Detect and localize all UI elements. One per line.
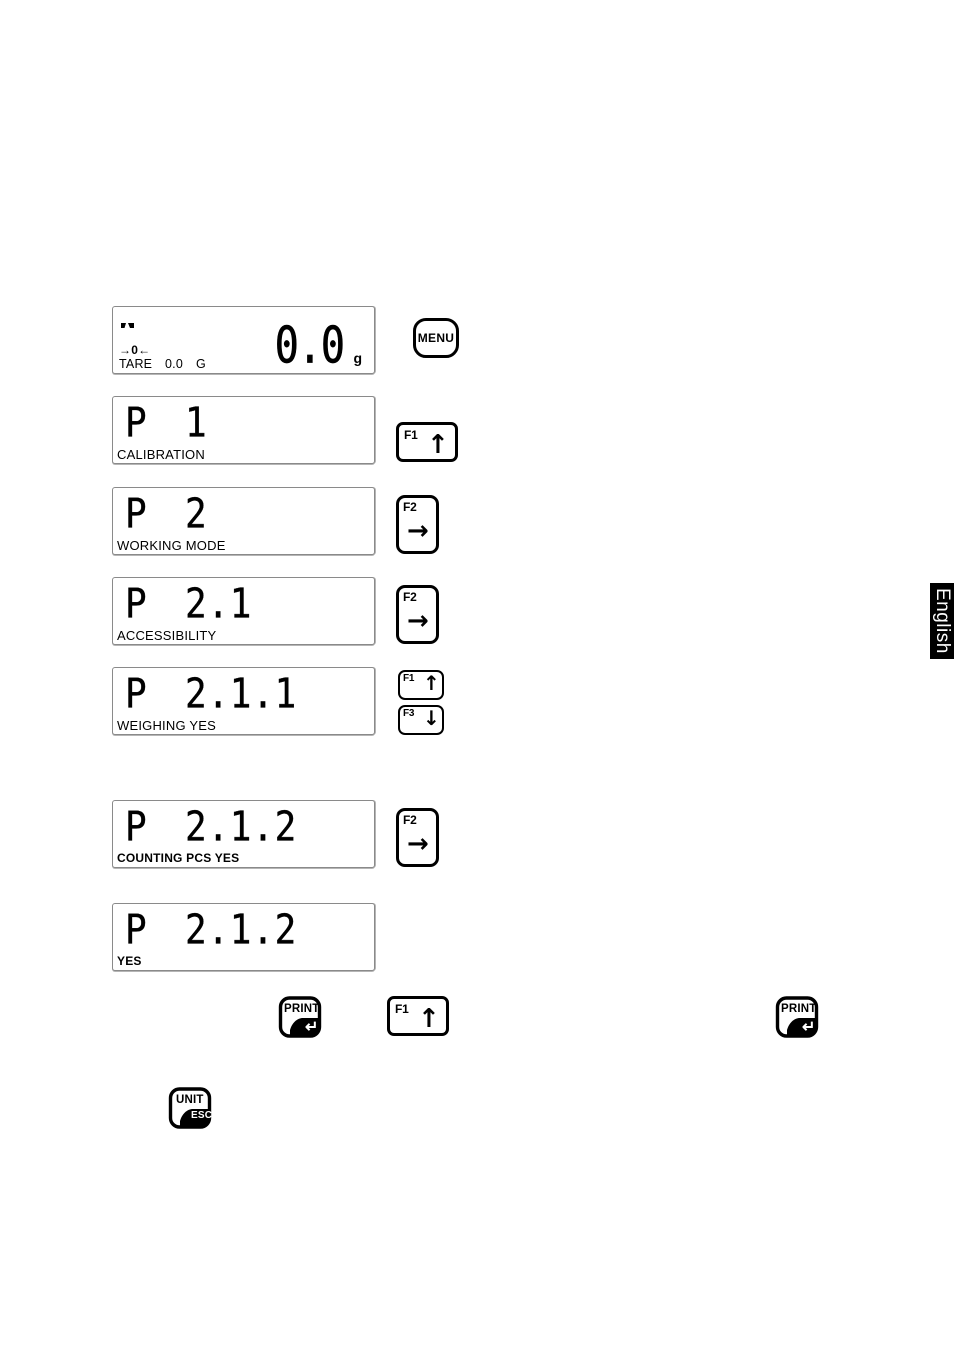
arrow-right-icon: → bbox=[407, 829, 429, 859]
tare-label: TARE bbox=[119, 357, 153, 371]
enter-icon: ↵ bbox=[305, 1019, 319, 1036]
menu-label: CALIBRATION bbox=[117, 447, 205, 462]
menu-code: 2.1.2 bbox=[185, 906, 297, 954]
unit-key-label: UNIT bbox=[176, 1094, 204, 1106]
menu-label: WEIGHING YES bbox=[117, 718, 216, 733]
enter-icon: ↵ bbox=[802, 1019, 816, 1036]
print-key-label: PRINT bbox=[284, 1003, 320, 1015]
f1-up-key[interactable]: F1 ↑ bbox=[387, 996, 449, 1036]
arrow-down-icon: ↓ bbox=[423, 706, 440, 730]
arrow-right-icon: → bbox=[407, 516, 429, 546]
document-page: →0← TARE 0.0 G 0.0 g MENU P 1 CALIBRATIO… bbox=[0, 0, 954, 1350]
lcd-panel-weighing: →0← TARE 0.0 G 0.0 g bbox=[112, 306, 375, 374]
tare-unit: G bbox=[196, 357, 206, 371]
f3-down-key[interactable]: F3 ↓ bbox=[398, 705, 444, 735]
lcd-panel-p1: P 1 CALIBRATION bbox=[112, 396, 375, 464]
menu-code: 2.1.2 bbox=[185, 803, 297, 851]
menu-key[interactable]: MENU bbox=[413, 318, 459, 358]
f1-label: F1 bbox=[395, 1002, 409, 1016]
print-key[interactable]: PRINT ↵ bbox=[774, 996, 820, 1038]
menu-code: 1 bbox=[185, 399, 208, 447]
menu-code: 2.1 bbox=[185, 580, 253, 628]
weight-unit: g bbox=[353, 350, 362, 366]
arrow-right-icon: → bbox=[407, 606, 429, 636]
lcd-panel-p21: P 2.1 ACCESSIBILITY bbox=[112, 577, 375, 645]
print-key[interactable]: PRINT ↵ bbox=[277, 996, 323, 1038]
f2-label: F2 bbox=[403, 500, 417, 514]
menu-prefix: P bbox=[125, 906, 148, 954]
arrow-up-icon: ↑ bbox=[418, 1004, 440, 1034]
menu-prefix: P bbox=[125, 580, 148, 628]
f3-label: F3 bbox=[403, 708, 415, 719]
tare-value: 0.0 bbox=[165, 357, 183, 371]
menu-prefix: P bbox=[125, 670, 148, 718]
menu-code: 2 bbox=[185, 490, 208, 538]
escape-icon: ESC bbox=[191, 1110, 213, 1121]
lcd-panel-p2: P 2 WORKING MODE bbox=[112, 487, 375, 555]
f2-right-key[interactable]: F2 → bbox=[396, 585, 439, 644]
lcd-panel-p211: P 2.1.1 WEIGHING YES bbox=[112, 667, 375, 735]
menu-key-icon: MENU bbox=[417, 331, 455, 345]
menu-prefix: P bbox=[125, 803, 148, 851]
zero-indicator: →0← bbox=[119, 343, 151, 357]
weight-value: 0.0 bbox=[274, 317, 345, 375]
menu-label: WORKING MODE bbox=[117, 538, 226, 553]
print-key-label: PRINT bbox=[781, 1003, 817, 1015]
menu-label: COUNTING PCS YES bbox=[117, 851, 240, 865]
f2-label: F2 bbox=[403, 813, 417, 827]
f2-label: F2 bbox=[403, 590, 417, 604]
f1-up-key[interactable]: F1 ↑ bbox=[398, 670, 444, 700]
f2-right-key[interactable]: F2 → bbox=[396, 495, 439, 554]
f1-label: F1 bbox=[404, 428, 418, 442]
f1-label: F1 bbox=[403, 673, 415, 684]
menu-prefix: P bbox=[125, 399, 148, 447]
language-tab-label: English bbox=[932, 588, 953, 654]
language-tab: English bbox=[930, 583, 954, 659]
unit-esc-key[interactable]: UNIT ESC bbox=[167, 1087, 213, 1129]
f2-right-key[interactable]: F2 → bbox=[396, 808, 439, 867]
arrow-up-icon: ↑ bbox=[423, 671, 440, 695]
menu-label: YES bbox=[117, 954, 142, 968]
stability-icon bbox=[121, 317, 137, 328]
lcd-panel-p212-yes: P 2.1.2 YES bbox=[112, 903, 375, 971]
menu-prefix: P bbox=[125, 490, 148, 538]
lcd-panel-p212: P 2.1.2 COUNTING PCS YES bbox=[112, 800, 375, 868]
f1-up-key[interactable]: F1 ↑ bbox=[396, 422, 458, 462]
menu-code: 2.1.1 bbox=[185, 670, 297, 718]
menu-label: ACCESSIBILITY bbox=[117, 628, 217, 643]
arrow-up-icon: ↑ bbox=[427, 430, 449, 460]
